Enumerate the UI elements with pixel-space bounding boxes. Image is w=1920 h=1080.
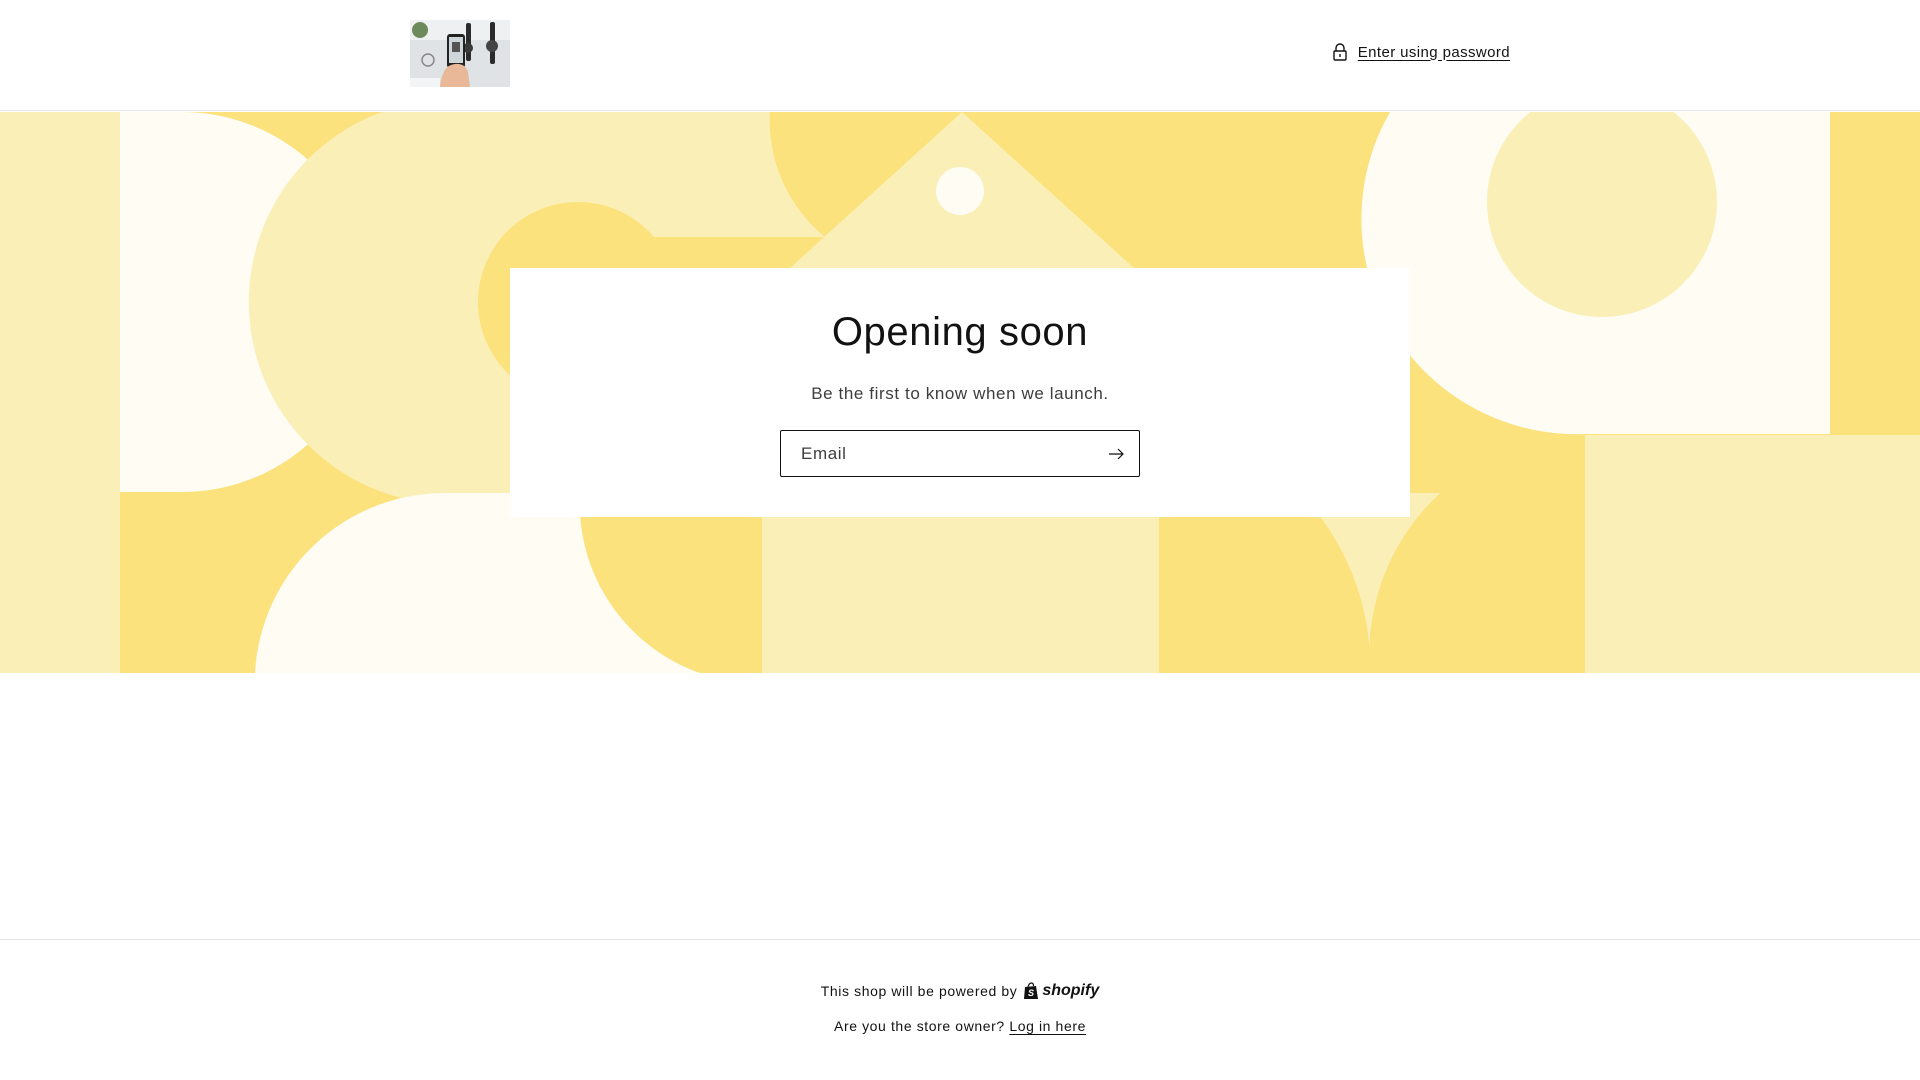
owner-question: Are you the store owner? [834,1018,1005,1034]
powered-by-text: This shop will be powered by [820,983,1018,999]
powered-by: This shop will be powered by S shopify [0,982,1920,1000]
subscribe-button[interactable] [1095,431,1139,476]
arrow-right-icon [1109,448,1124,459]
svg-text:S: S [1028,988,1034,998]
enter-password-label: Enter using password [1357,43,1510,61]
shopify-logo[interactable]: S shopify [1023,982,1099,1000]
launch-subtitle: Be the first to know when we launch. [811,384,1109,403]
store-owner-line: Are you the store owner? Log in here [0,1018,1920,1034]
email-form [780,430,1140,477]
email-input[interactable] [781,431,1095,476]
site-footer: This shop will be powered by S shopify A… [0,939,1920,1080]
page-title: Opening soon [831,310,1089,354]
hero-banner: Opening soon Be the first to know when w… [0,112,1920,673]
store-logo[interactable] [410,20,510,87]
newsletter-card: Opening soon Be the first to know when w… [510,268,1410,517]
site-header: Enter using password [0,0,1920,111]
shopify-wordmark: shopify [1042,982,1100,999]
enter-password-link[interactable]: Enter using password [1332,43,1510,61]
lock-icon [1332,43,1348,61]
shopify-bag-icon: S [1024,982,1039,999]
login-link[interactable]: Log in here [1009,1018,1086,1034]
